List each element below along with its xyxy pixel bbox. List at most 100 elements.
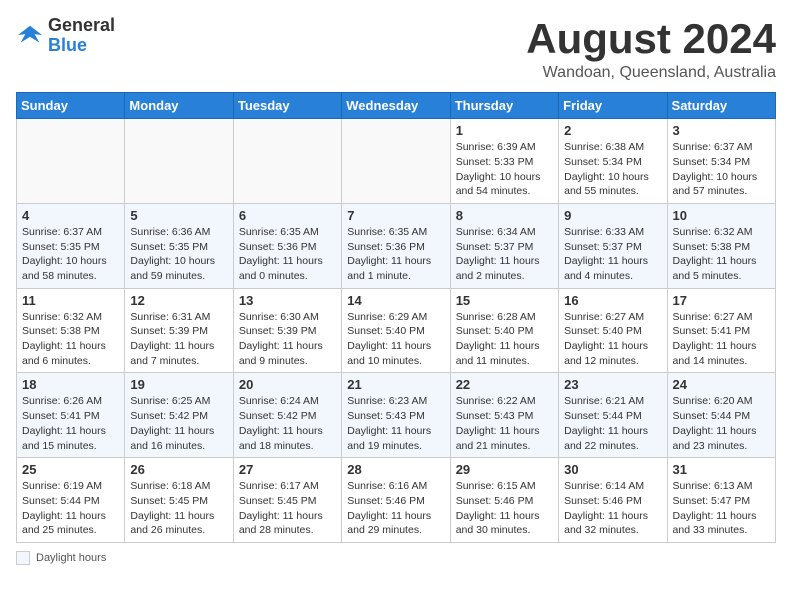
day-info: Sunrise: 6:14 AM Sunset: 5:46 PM Dayligh… bbox=[564, 479, 661, 538]
day-info: Sunrise: 6:30 AM Sunset: 5:39 PM Dayligh… bbox=[239, 310, 336, 369]
day-info: Sunrise: 6:19 AM Sunset: 5:44 PM Dayligh… bbox=[22, 479, 119, 538]
day-header-wednesday: Wednesday bbox=[342, 93, 450, 119]
calendar-cell: 8Sunrise: 6:34 AM Sunset: 5:37 PM Daylig… bbox=[450, 203, 558, 288]
calendar-cell: 1 Sunrise: 6:39 AM Sunset: 5:33 PM Daylig… bbox=[450, 119, 558, 204]
day-info: Sunrise: 6:36 AM Sunset: 5:35 PM Dayligh… bbox=[130, 225, 227, 284]
day-number: 15 bbox=[456, 293, 553, 308]
day-info: Sunrise: 6:38 AM Sunset: 5:34 PM Dayligh… bbox=[564, 140, 661, 199]
logo: General Blue bbox=[16, 16, 115, 56]
calendar-cell: 13 Sunrise: 6:30 AM Sunset: 5:39 PM Dayli… bbox=[233, 288, 341, 373]
day-number: 31 bbox=[673, 462, 770, 477]
calendar-cell: 15 Sunrise: 6:28 AM Sunset: 5:40 PM Dayli… bbox=[450, 288, 558, 373]
day-info: Sunrise: 6:28 AM Sunset: 5:40 PM Dayligh… bbox=[456, 310, 553, 369]
calendar-week-row: 25 Sunrise: 6:19 AM Sunset: 5:44 PM Dayli… bbox=[17, 458, 776, 543]
calendar-cell: 31 Sunrise: 6:13 AM Sunset: 5:47 PM Dayli… bbox=[667, 458, 775, 543]
day-info: Sunrise: 6:25 AM Sunset: 5:42 PM Dayligh… bbox=[130, 394, 227, 453]
calendar-cell: 23 Sunrise: 6:21 AM Sunset: 5:44 PM Dayli… bbox=[559, 373, 667, 458]
calendar-cell: 7 Sunrise: 6:35 AM Sunset: 5:36 PM Daylig… bbox=[342, 203, 450, 288]
day-number: 12 bbox=[130, 293, 227, 308]
day-number: 14 bbox=[347, 293, 444, 308]
day-number: 10 bbox=[673, 208, 770, 223]
day-info: Sunrise: 6:39 AM Sunset: 5:33 PM Dayligh… bbox=[456, 140, 553, 199]
day-info: Sunrise: 6:27 AM Sunset: 5:41 PM Dayligh… bbox=[673, 310, 770, 369]
calendar-cell: 4Sunrise: 6:37 AM Sunset: 5:35 PM Daylig… bbox=[17, 203, 125, 288]
calendar-cell: 27 Sunrise: 6:17 AM Sunset: 5:45 PM Dayli… bbox=[233, 458, 341, 543]
calendar-cell: 19Sunrise: 6:25 AM Sunset: 5:42 PM Dayli… bbox=[125, 373, 233, 458]
day-number: 17 bbox=[673, 293, 770, 308]
day-info: Sunrise: 6:35 AM Sunset: 5:36 PM Dayligh… bbox=[347, 225, 444, 284]
location-text: Wandoan, Queensland, Australia bbox=[526, 64, 776, 82]
calendar-cell: 5 Sunrise: 6:36 AM Sunset: 5:35 PM Daylig… bbox=[125, 203, 233, 288]
calendar-cell: 16Sunrise: 6:27 AM Sunset: 5:40 PM Dayli… bbox=[559, 288, 667, 373]
day-header-friday: Friday bbox=[559, 93, 667, 119]
day-info: Sunrise: 6:21 AM Sunset: 5:44 PM Dayligh… bbox=[564, 394, 661, 453]
day-info: Sunrise: 6:37 AM Sunset: 5:34 PM Dayligh… bbox=[673, 140, 770, 199]
day-number: 27 bbox=[239, 462, 336, 477]
calendar-cell: 11Sunrise: 6:32 AM Sunset: 5:38 PM Dayli… bbox=[17, 288, 125, 373]
day-number: 6 bbox=[239, 208, 336, 223]
calendar-cell: 6Sunrise: 6:35 AM Sunset: 5:36 PM Daylig… bbox=[233, 203, 341, 288]
day-info: Sunrise: 6:29 AM Sunset: 5:40 PM Dayligh… bbox=[347, 310, 444, 369]
day-info: Sunrise: 6:24 AM Sunset: 5:42 PM Dayligh… bbox=[239, 394, 336, 453]
day-info: Sunrise: 6:20 AM Sunset: 5:44 PM Dayligh… bbox=[673, 394, 770, 453]
calendar-week-row: 1 Sunrise: 6:39 AM Sunset: 5:33 PM Daylig… bbox=[17, 119, 776, 204]
calendar-header-row: SundayMondayTuesdayWednesdayThursdayFrid… bbox=[17, 93, 776, 119]
day-info: Sunrise: 6:17 AM Sunset: 5:45 PM Dayligh… bbox=[239, 479, 336, 538]
day-number: 28 bbox=[347, 462, 444, 477]
daylight-label: Daylight hours bbox=[36, 552, 106, 564]
calendar-cell: 17 Sunrise: 6:27 AM Sunset: 5:41 PM Dayli… bbox=[667, 288, 775, 373]
day-info: Sunrise: 6:15 AM Sunset: 5:46 PM Dayligh… bbox=[456, 479, 553, 538]
day-header-thursday: Thursday bbox=[450, 93, 558, 119]
day-header-tuesday: Tuesday bbox=[233, 93, 341, 119]
day-info: Sunrise: 6:26 AM Sunset: 5:41 PM Dayligh… bbox=[22, 394, 119, 453]
day-number: 16 bbox=[564, 293, 661, 308]
calendar-cell bbox=[125, 119, 233, 204]
day-number: 13 bbox=[239, 293, 336, 308]
day-number: 25 bbox=[22, 462, 119, 477]
calendar-cell: 28 Sunrise: 6:16 AM Sunset: 5:46 PM Dayli… bbox=[342, 458, 450, 543]
logo-general-text: General bbox=[48, 15, 115, 35]
title-block: August 2024 Wandoan, Queensland, Austral… bbox=[526, 16, 776, 82]
calendar-cell: 21 Sunrise: 6:23 AM Sunset: 5:43 PM Dayli… bbox=[342, 373, 450, 458]
day-header-sunday: Sunday bbox=[17, 93, 125, 119]
day-info: Sunrise: 6:37 AM Sunset: 5:35 PM Dayligh… bbox=[22, 225, 119, 284]
calendar-cell: 29 Sunrise: 6:15 AM Sunset: 5:46 PM Dayli… bbox=[450, 458, 558, 543]
calendar-week-row: 11Sunrise: 6:32 AM Sunset: 5:38 PM Dayli… bbox=[17, 288, 776, 373]
day-number: 7 bbox=[347, 208, 444, 223]
calendar-cell bbox=[233, 119, 341, 204]
calendar-cell: 24Sunrise: 6:20 AM Sunset: 5:44 PM Dayli… bbox=[667, 373, 775, 458]
day-info: Sunrise: 6:33 AM Sunset: 5:37 PM Dayligh… bbox=[564, 225, 661, 284]
calendar-cell: 12 Sunrise: 6:31 AM Sunset: 5:39 PM Dayli… bbox=[125, 288, 233, 373]
logo-bird-icon bbox=[16, 22, 44, 50]
day-number: 3 bbox=[673, 123, 770, 138]
day-number: 23 bbox=[564, 377, 661, 392]
day-number: 30 bbox=[564, 462, 661, 477]
calendar-week-row: 4Sunrise: 6:37 AM Sunset: 5:35 PM Daylig… bbox=[17, 203, 776, 288]
daylight-legend-box bbox=[16, 551, 30, 565]
day-number: 18 bbox=[22, 377, 119, 392]
day-info: Sunrise: 6:22 AM Sunset: 5:43 PM Dayligh… bbox=[456, 394, 553, 453]
calendar-cell: 30 Sunrise: 6:14 AM Sunset: 5:46 PM Dayli… bbox=[559, 458, 667, 543]
day-number: 29 bbox=[456, 462, 553, 477]
day-info: Sunrise: 6:23 AM Sunset: 5:43 PM Dayligh… bbox=[347, 394, 444, 453]
day-header-monday: Monday bbox=[125, 93, 233, 119]
day-info: Sunrise: 6:16 AM Sunset: 5:46 PM Dayligh… bbox=[347, 479, 444, 538]
day-info: Sunrise: 6:13 AM Sunset: 5:47 PM Dayligh… bbox=[673, 479, 770, 538]
day-info: Sunrise: 6:31 AM Sunset: 5:39 PM Dayligh… bbox=[130, 310, 227, 369]
day-number: 1 bbox=[456, 123, 553, 138]
calendar-cell: 25 Sunrise: 6:19 AM Sunset: 5:44 PM Dayli… bbox=[17, 458, 125, 543]
day-number: 11 bbox=[22, 293, 119, 308]
calendar-cell: 14 Sunrise: 6:29 AM Sunset: 5:40 PM Dayli… bbox=[342, 288, 450, 373]
calendar-week-row: 18 Sunrise: 6:26 AM Sunset: 5:41 PM Dayli… bbox=[17, 373, 776, 458]
footer-note: Daylight hours bbox=[16, 551, 776, 565]
day-info: Sunrise: 6:34 AM Sunset: 5:37 PM Dayligh… bbox=[456, 225, 553, 284]
calendar-cell bbox=[17, 119, 125, 204]
day-number: 9 bbox=[564, 208, 661, 223]
calendar-table: SundayMondayTuesdayWednesdayThursdayFrid… bbox=[16, 92, 776, 543]
page-header: General Blue August 2024 Wandoan, Queens… bbox=[16, 16, 776, 82]
day-header-saturday: Saturday bbox=[667, 93, 775, 119]
calendar-cell: 2Sunrise: 6:38 AM Sunset: 5:34 PM Daylig… bbox=[559, 119, 667, 204]
day-number: 21 bbox=[347, 377, 444, 392]
day-number: 5 bbox=[130, 208, 227, 223]
month-title: August 2024 bbox=[526, 16, 776, 62]
